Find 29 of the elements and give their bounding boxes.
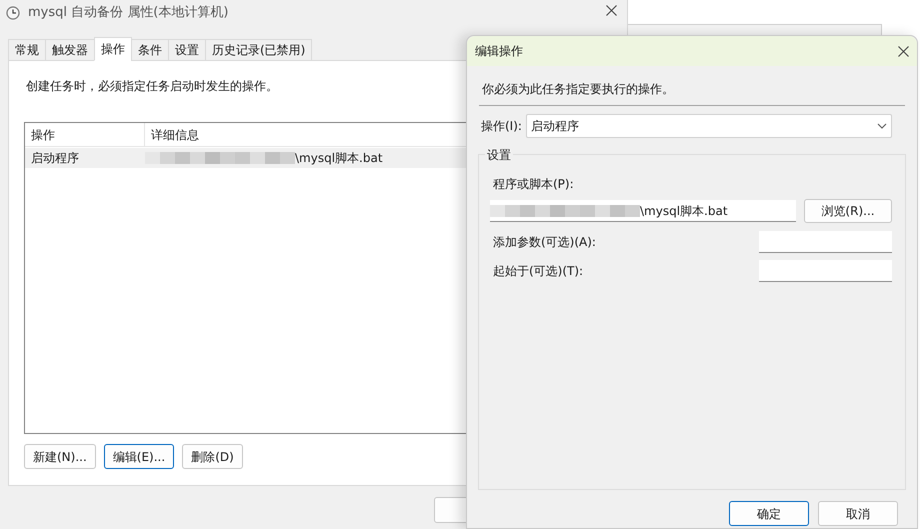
- tab[interactable]: 条件: [131, 39, 169, 61]
- dialog-title: 编辑操作: [475, 43, 523, 60]
- table-cell-text: 启动程序: [30, 150, 80, 167]
- instruction-text: 你必须为此任务指定要执行的操作。: [482, 81, 674, 98]
- dialog-button[interactable]: 确定: [729, 501, 809, 526]
- description-text: 创建任务时，必须指定任务启动时发生的操作。: [26, 78, 278, 95]
- field-label: 起始于(可选)(T):: [493, 263, 584, 280]
- dialog-button[interactable]: 取消: [818, 501, 898, 526]
- field-label: 程序或脚本(P):: [493, 176, 575, 193]
- browse-button[interactable]: 浏览(R)...: [804, 199, 892, 223]
- tab[interactable]: 历史记录(已禁用): [205, 39, 312, 61]
- clock-icon: [6, 6, 20, 20]
- tab[interactable]: 操作: [94, 37, 132, 61]
- close-icon[interactable]: [606, 5, 617, 16]
- tab[interactable]: 常规: [8, 39, 46, 61]
- action-button[interactable]: 新建(N)...: [24, 444, 96, 469]
- window-title: mysql 自动备份 属性(本地计算机): [28, 4, 228, 22]
- action-dropdown[interactable]: 启动程序: [526, 114, 892, 138]
- input-field[interactable]: [759, 231, 892, 253]
- field-label: 操作(I):: [481, 118, 522, 135]
- column-header[interactable]: 操作: [25, 123, 145, 146]
- action-button[interactable]: 编辑(E)...: [104, 444, 174, 469]
- program-field[interactable]: \mysql脚本.bat: [490, 200, 796, 222]
- field-label: 添加参数(可选)(A):: [493, 234, 596, 251]
- action-button[interactable]: 删除(D): [182, 444, 243, 469]
- input-field[interactable]: [759, 260, 892, 282]
- close-icon[interactable]: [898, 46, 909, 56]
- table-cell-text: \mysql脚本.bat: [295, 150, 383, 167]
- chevron-down-icon: [876, 123, 887, 129]
